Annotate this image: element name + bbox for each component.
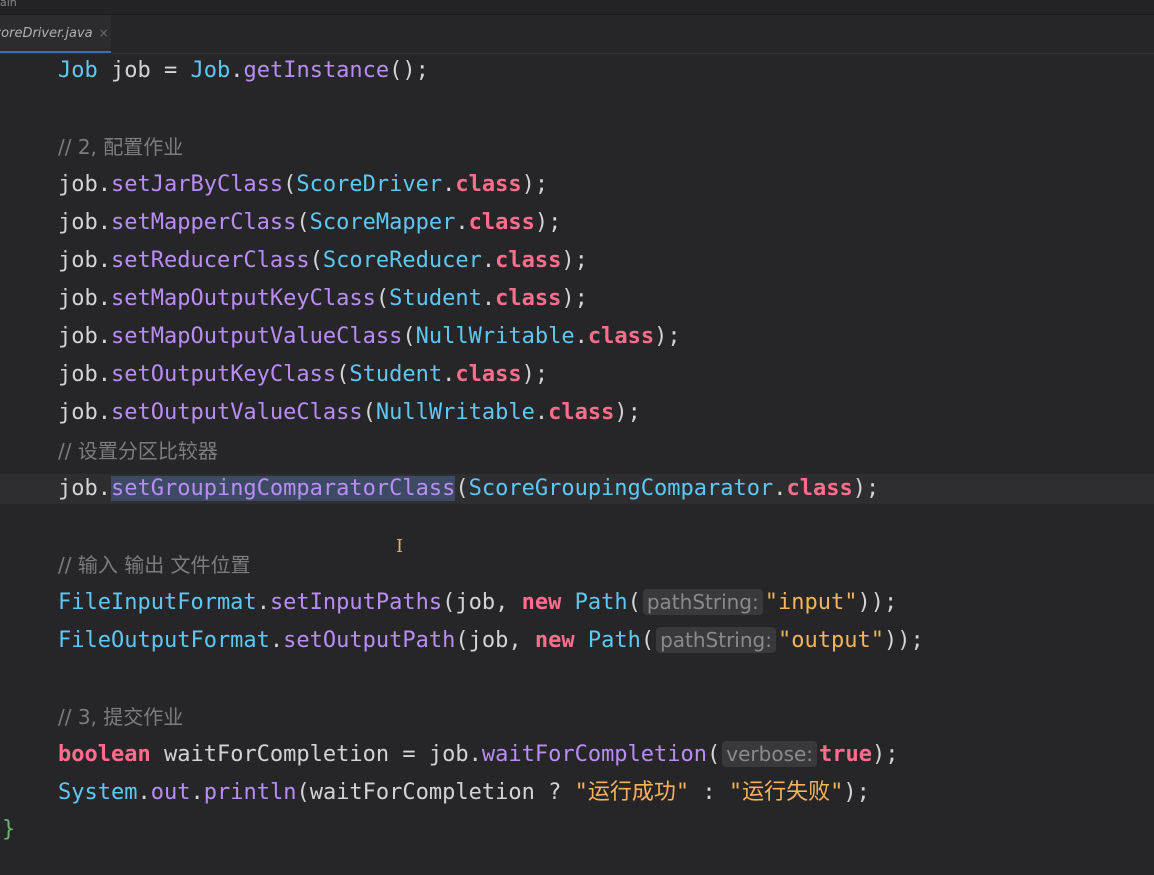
code-line-set-mapper: job.setMapperClass(ScoreMapper.class); — [58, 210, 562, 235]
code-line-set-reducer: job.setReducerClass(ScoreReducer.class); — [58, 248, 588, 273]
code-line-wait-for-completion: boolean waitForCompletion = job.waitForC… — [58, 741, 899, 767]
code-line-set-output-value: job.setOutputValueClass(NullWritable.cla… — [58, 400, 641, 425]
code-comment-submit: // 3, 提交作业 — [58, 705, 184, 729]
code-line-println: System.out.println(waitForCompletion ? "… — [58, 780, 870, 805]
closing-brace: } — [2, 817, 16, 842]
editor-tab-bar: coreDriver.java × — [0, 15, 1154, 54]
code-comment-configure: // 2, 配置作业 — [58, 135, 184, 159]
code-line-set-input-paths: FileInputFormat.setInputPaths(job, new P… — [58, 589, 898, 615]
parameter-hint: pathString: — [656, 627, 776, 653]
close-icon[interactable]: × — [99, 26, 109, 40]
code-line-set-jar: job.setJarByClass(ScoreDriver.class); — [58, 172, 549, 197]
code-comment-io-paths: // 输入 输出 文件位置 — [58, 553, 251, 577]
code-line-set-output-path: FileOutputFormat.setOutputPath(job, new … — [58, 627, 924, 653]
selected-text: setGroupingComparatorClass — [110, 476, 456, 501]
code-editor[interactable]: Job job = Job.getInstance(); // 2, 配置作业 … — [0, 54, 1154, 875]
code-comment-partition-comparator: // 设置分区比较器 — [58, 439, 218, 463]
tab-score-driver[interactable]: coreDriver.java × — [0, 15, 111, 53]
code-line-set-map-output-value: job.setMapOutputValueClass(NullWritable.… — [58, 324, 681, 349]
parameter-hint: pathString: — [642, 589, 763, 615]
window-title: ain — [0, 0, 17, 9]
code-line-set-output-key: job.setOutputKeyClass(Student.class); — [58, 362, 549, 387]
title-bar: ain — [0, 0, 1154, 15]
code-line-1: Job job = Job.getInstance(); — [58, 58, 429, 83]
tab-label: coreDriver.java — [0, 25, 93, 41]
parameter-hint: verbose: — [722, 741, 818, 767]
text-cursor-icon: I — [396, 536, 404, 557]
code-line-set-map-output-key: job.setMapOutputKeyClass(Student.class); — [58, 286, 588, 311]
code-line-current-set-grouping: job.setGroupingComparatorClass(ScoreGrou… — [0, 474, 1154, 504]
